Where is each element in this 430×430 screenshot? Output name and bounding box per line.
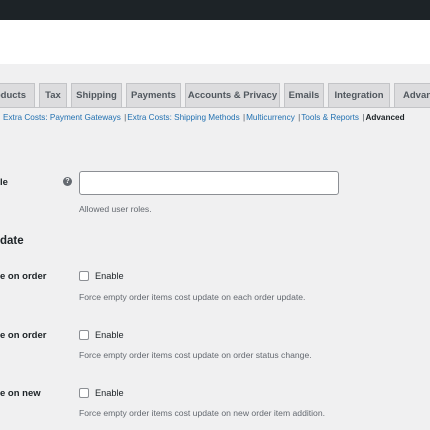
subnav-separator: |: [298, 113, 301, 122]
user-roles-input[interactable]: [79, 171, 339, 195]
enable-checkbox-order-update[interactable]: [79, 271, 89, 281]
section-subnav: Extra Costs: Payment Gateways |Extra Cos…: [3, 113, 405, 122]
page-header: [0, 20, 430, 64]
tab-accounts-privacy[interactable]: Accounts & Privacy: [185, 83, 280, 107]
option-description: Force empty order items cost update on o…: [79, 350, 312, 360]
subnav-separator: |: [242, 113, 246, 122]
help-icon[interactable]: ?: [63, 177, 72, 186]
tab-tax[interactable]: Tax: [39, 83, 67, 107]
option-description: Force empty order items cost update on n…: [79, 408, 325, 418]
subnav-advanced-current: Advanced: [365, 113, 405, 122]
tab-integration[interactable]: Integration: [328, 83, 390, 107]
enable-checkbox-new-item[interactable]: [79, 388, 89, 398]
option-label-order-update: e on order: [0, 271, 47, 282]
tabs-divider: [0, 107, 430, 108]
user-roles-description: Allowed user roles.: [79, 204, 152, 214]
enable-checkbox-order-status[interactable]: [79, 330, 89, 340]
tab-payments[interactable]: Payments: [126, 83, 181, 107]
option-label-order-status: e on order: [0, 330, 47, 341]
subnav-separator: |: [124, 113, 127, 122]
tab-shipping[interactable]: Shipping: [71, 83, 122, 107]
tab-products[interactable]: oducts: [0, 83, 35, 107]
tab-emails[interactable]: Emails: [284, 83, 324, 107]
section-title: date: [0, 235, 24, 247]
subnav-tools-reports[interactable]: Tools & Reports: [301, 113, 359, 122]
subnav-extra-costs-shipping-methods[interactable]: Extra Costs: Shipping Methods: [127, 113, 239, 122]
option-label-new-item: e on new: [0, 388, 41, 399]
enable-label[interactable]: Enable: [95, 271, 124, 281]
subnav-extra-costs-payment-gateways[interactable]: Extra Costs: Payment Gateways: [3, 113, 121, 122]
enable-label[interactable]: Enable: [95, 388, 124, 398]
settings-tabs: oducts Tax Shipping Payments Accounts & …: [0, 83, 430, 108]
admin-bar: [0, 0, 430, 20]
tab-advanced[interactable]: Advanc: [394, 83, 430, 107]
option-description: Force empty order items cost update on e…: [79, 292, 306, 302]
subnav-multicurrency[interactable]: Multicurrency: [246, 113, 295, 122]
user-roles-label: le: [0, 177, 8, 188]
enable-label[interactable]: Enable: [95, 330, 124, 340]
